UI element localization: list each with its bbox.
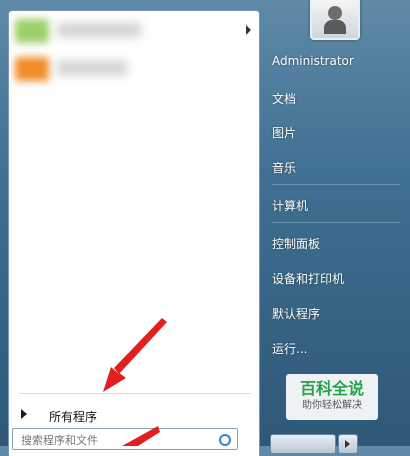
all-programs-button[interactable]: 所有程序 <box>9 401 259 429</box>
user-body-icon <box>324 20 346 34</box>
shutdown-button[interactable] <box>270 434 336 454</box>
submenu-arrow-icon[interactable] <box>246 25 251 35</box>
divider <box>272 222 400 223</box>
divider <box>19 393 251 394</box>
run-link[interactable]: 运行... <box>272 340 307 357</box>
program-label-blurred <box>57 23 141 37</box>
program-label-blurred <box>57 61 127 75</box>
user-name-link[interactable]: Administrator <box>272 54 354 68</box>
avatar[interactable] <box>310 0 360 40</box>
expand-arrow-icon <box>21 409 27 419</box>
documents-link[interactable]: 文档 <box>272 90 296 107</box>
computer-link[interactable]: 计算机 <box>272 197 308 214</box>
start-menu: 所有程序 Administrator 文档 图片 音乐 计算机 控制面板 设备和… <box>0 0 410 456</box>
watermark-logo: 百科全说 助你轻松解决 <box>286 374 378 420</box>
control-panel-link[interactable]: 控制面板 <box>272 235 320 252</box>
program-icon <box>15 57 49 81</box>
program-icon <box>15 19 49 43</box>
divider <box>272 184 400 185</box>
music-link[interactable]: 音乐 <box>272 159 296 176</box>
pinned-program-1[interactable] <box>9 13 259 49</box>
watermark-title: 百科全说 <box>299 379 364 398</box>
all-programs-label: 所有程序 <box>49 410 98 424</box>
search-icon[interactable] <box>219 434 231 446</box>
user-head-icon <box>328 6 342 20</box>
default-programs-link[interactable]: 默认程序 <box>272 305 320 322</box>
pictures-link[interactable]: 图片 <box>272 124 296 141</box>
quick-links-pane: Administrator 文档 图片 音乐 计算机 控制面板 设备和打印机 默… <box>262 0 410 454</box>
pinned-program-2[interactable] <box>9 51 259 87</box>
shutdown-options-button[interactable] <box>338 434 358 454</box>
search-input[interactable] <box>19 430 213 451</box>
programs-pane: 所有程序 <box>8 10 260 456</box>
search-box[interactable] <box>12 428 238 451</box>
devices-printers-link[interactable]: 设备和打印机 <box>272 270 344 287</box>
watermark-subtitle: 助你轻松解决 <box>302 400 362 411</box>
